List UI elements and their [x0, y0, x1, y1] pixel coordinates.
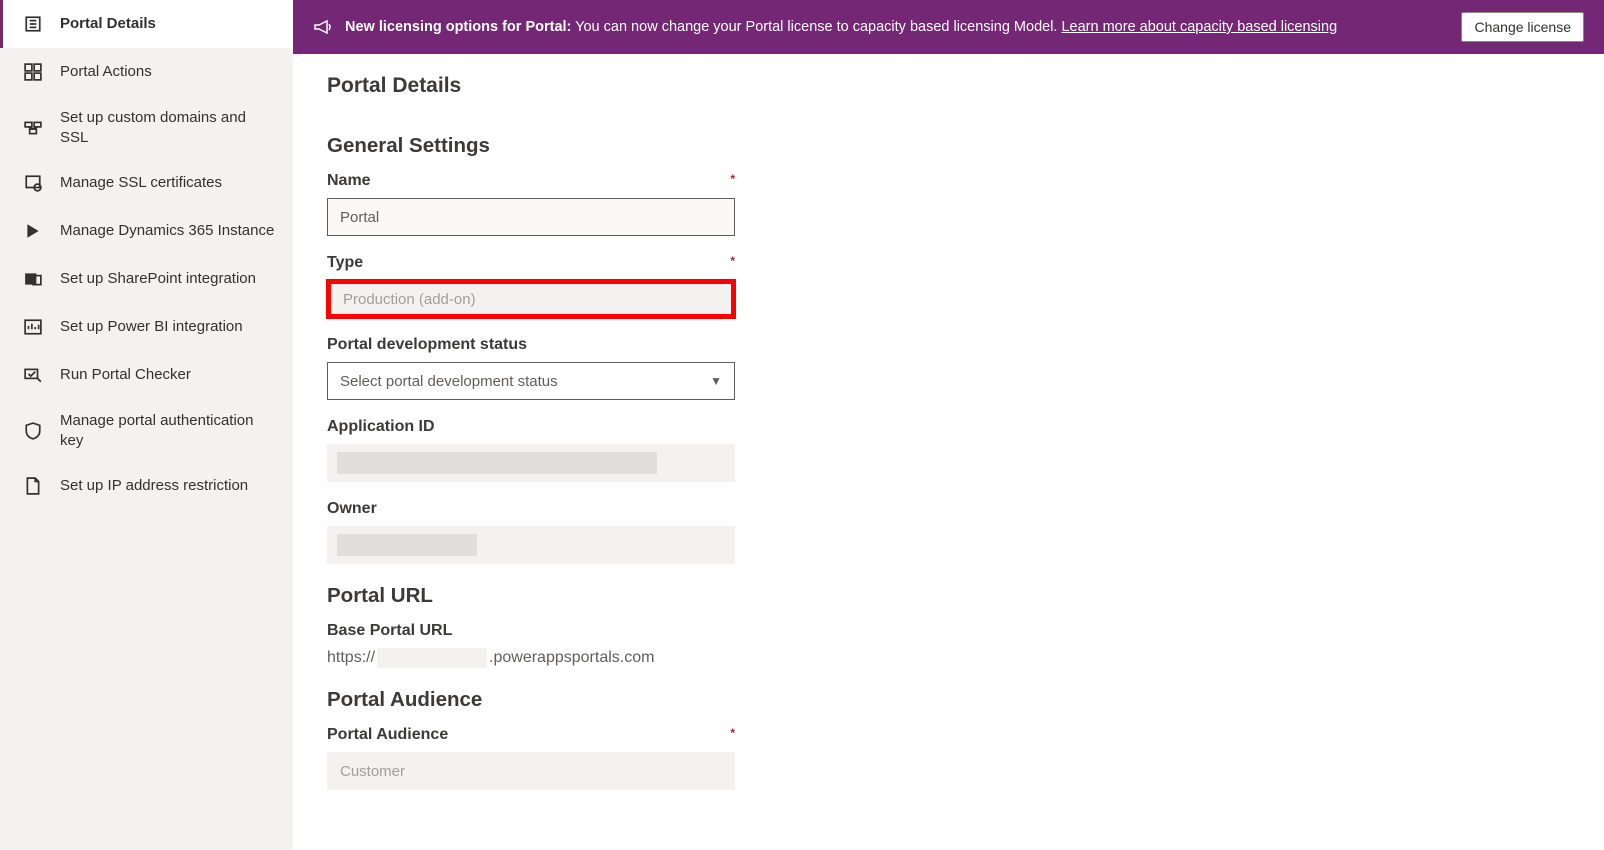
- sidebar-label: Manage Dynamics 365 Instance: [60, 209, 274, 253]
- dev-status-select[interactable]: Select portal development status ▼: [327, 362, 735, 400]
- powerbi-icon: [24, 318, 42, 336]
- sidebar-item-portal-details[interactable]: Portal Details: [0, 0, 293, 48]
- portal-url-heading: Portal URL: [327, 584, 1570, 608]
- base-url-label: Base Portal URL: [327, 622, 735, 640]
- name-field-row: Name: [327, 172, 1570, 236]
- url-suffix: .powerappsportals.com: [489, 649, 654, 667]
- sharepoint-icon: [24, 270, 42, 288]
- app-id-label: Application ID: [327, 418, 735, 436]
- app-id-field-row: Application ID: [327, 418, 1570, 482]
- sidebar-label: Run Portal Checker: [60, 353, 191, 397]
- general-settings-heading: General Settings: [327, 134, 1570, 158]
- sidebar-item-ip-restriction[interactable]: Set up IP address restriction: [0, 462, 293, 510]
- sidebar-item-ssl-certs[interactable]: Manage SSL certificates: [0, 159, 293, 207]
- actions-icon: [24, 63, 42, 81]
- megaphone-icon: [313, 17, 333, 37]
- name-label: Name: [327, 172, 735, 190]
- notification-link[interactable]: Learn more about capacity based licensin…: [1061, 19, 1337, 35]
- sidebar-label: Portal Details: [60, 2, 156, 46]
- type-label: Type: [327, 254, 735, 272]
- content-area: Portal Details General Settings Name Typ…: [293, 54, 1604, 850]
- redacted-placeholder: [377, 648, 487, 668]
- sidebar-label: Set up Power BI integration: [60, 305, 243, 349]
- base-url-field-row: Base Portal URL https:// .powerappsportal…: [327, 622, 1570, 668]
- chevron-down-icon: ▼: [710, 374, 722, 388]
- notification-title: New licensing options for Portal:: [345, 19, 571, 35]
- document-icon: [24, 477, 42, 495]
- dev-status-label: Portal development status: [327, 336, 735, 354]
- sidebar-item-portal-actions[interactable]: Portal Actions: [0, 48, 293, 96]
- details-icon: [24, 15, 42, 33]
- sidebar-label: Manage SSL certificates: [60, 161, 222, 205]
- url-prefix: https://: [327, 649, 375, 667]
- redacted-placeholder: [337, 534, 477, 556]
- owner-label: Owner: [327, 500, 735, 518]
- notification-message: You can now change your Portal license t…: [571, 19, 1061, 35]
- page-title: Portal Details: [327, 74, 1570, 98]
- sidebar-item-auth-key[interactable]: Manage portal authentication key: [0, 399, 293, 462]
- sidebar-item-domains-ssl[interactable]: Set up custom domains and SSL: [0, 96, 293, 159]
- shield-icon: [24, 422, 42, 440]
- name-input[interactable]: [327, 198, 735, 236]
- notification-text: New licensing options for Portal: You ca…: [345, 19, 1401, 35]
- sidebar-item-portal-checker[interactable]: Run Portal Checker: [0, 351, 293, 399]
- base-url-value: https:// .powerappsportals.com: [327, 648, 1570, 668]
- sidebar-item-dynamics[interactable]: Manage Dynamics 365 Instance: [0, 207, 293, 255]
- sidebar-label: Set up custom domains and SSL: [60, 96, 277, 159]
- sidebar-label: Manage portal authentication key: [60, 399, 277, 462]
- certificate-icon: [24, 174, 42, 192]
- select-placeholder: Select portal development status: [340, 373, 558, 390]
- dynamics-icon: [24, 222, 42, 240]
- sidebar-item-sharepoint[interactable]: Set up SharePoint integration: [0, 255, 293, 303]
- checker-icon: [24, 366, 42, 384]
- portal-audience-heading: Portal Audience: [327, 688, 1570, 712]
- sidebar-label: Set up SharePoint integration: [60, 257, 256, 301]
- change-license-button[interactable]: Change license: [1461, 12, 1584, 42]
- notification-bar: New licensing options for Portal: You ca…: [293, 0, 1604, 54]
- dev-status-field-row: Portal development status Select portal …: [327, 336, 1570, 400]
- audience-field-row: Portal Audience: [327, 726, 1570, 790]
- redacted-placeholder: [337, 452, 657, 474]
- audience-input: [327, 752, 735, 790]
- owner-field-row: Owner: [327, 500, 1570, 564]
- sidebar-item-powerbi[interactable]: Set up Power BI integration: [0, 303, 293, 351]
- domains-icon: [24, 119, 42, 137]
- main-content: New licensing options for Portal: You ca…: [293, 0, 1604, 850]
- sidebar-label: Set up IP address restriction: [60, 464, 248, 508]
- owner-value: [327, 526, 735, 564]
- type-input: [327, 280, 735, 318]
- sidebar: Portal Details Portal Actions Set up cus…: [0, 0, 293, 850]
- audience-label: Portal Audience: [327, 726, 735, 744]
- app-id-value: [327, 444, 735, 482]
- type-field-row: Type: [327, 254, 1570, 318]
- sidebar-label: Portal Actions: [60, 50, 152, 94]
